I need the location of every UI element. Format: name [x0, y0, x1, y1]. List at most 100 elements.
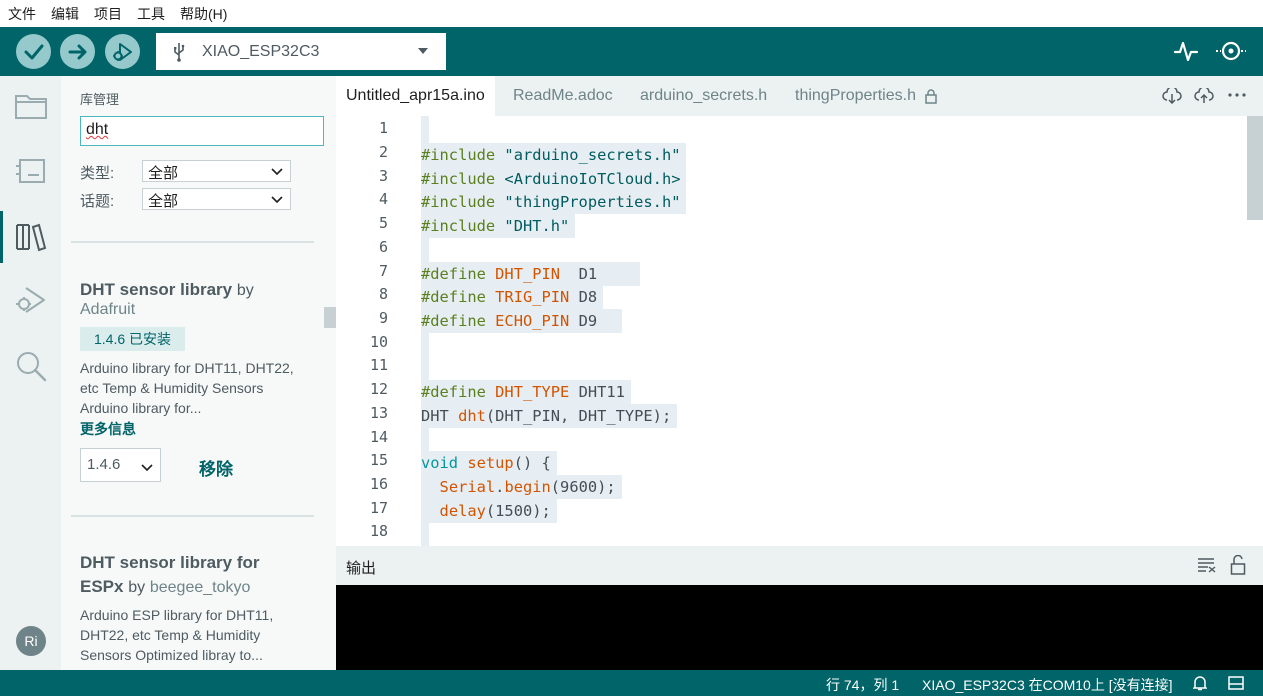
- code-line: #define ECHO_PIN D9: [421, 309, 622, 333]
- type-filter-select[interactable]: 全部: [142, 160, 291, 182]
- line-number: 12: [369, 380, 388, 398]
- chevron-down-icon: [418, 48, 428, 54]
- clear-output-button[interactable]: [1197, 557, 1217, 578]
- menu-project[interactable]: 项目: [94, 4, 122, 24]
- library-search-input[interactable]: dht: [80, 116, 324, 146]
- cloud-download-button[interactable]: [1162, 86, 1182, 109]
- remove-button[interactable]: 移除: [199, 455, 233, 480]
- menu-edit[interactable]: 编辑: [51, 4, 79, 24]
- topic-filter-select[interactable]: 全部: [142, 188, 291, 210]
- serial-plotter-button[interactable]: [1173, 39, 1199, 68]
- library-author: beegee_tokyo: [149, 579, 251, 596]
- tab-arduino-secrets[interactable]: arduino_secrets.h: [630, 76, 777, 116]
- activity-bar: Ri: [0, 76, 61, 670]
- topic-filter-label: 话题:: [80, 193, 115, 210]
- output-console[interactable]: [336, 585, 1263, 670]
- search-value: dht: [86, 121, 109, 138]
- line-number: 15: [369, 451, 388, 469]
- tab-untitled-ino[interactable]: Untitled_apr15a.ino: [336, 76, 495, 116]
- panel-toggle-button[interactable]: [1228, 676, 1244, 693]
- version-select[interactable]: 1.4.6: [80, 448, 161, 482]
- more-info-link[interactable]: 更多信息: [80, 419, 136, 439]
- code-line: [421, 428, 429, 452]
- cloud-upload-button[interactable]: [1194, 86, 1214, 109]
- menu-file[interactable]: 文件: [8, 4, 36, 24]
- search-button[interactable]: [13, 348, 49, 384]
- panel-scrollbar[interactable]: [324, 307, 336, 328]
- menu-help[interactable]: 帮助(H): [180, 4, 227, 24]
- code-line: [421, 356, 429, 380]
- tab-readme[interactable]: ReadMe.adoc: [503, 76, 623, 116]
- library-description: Arduino library for DHT11, DHT22, etc Te…: [80, 360, 294, 416]
- debug-view-button[interactable]: [13, 282, 49, 318]
- line-number: 7: [378, 262, 388, 280]
- tab-label: ReadMe.adoc: [513, 87, 613, 104]
- lock-output-button[interactable]: [1230, 554, 1246, 580]
- code-line: [421, 522, 429, 546]
- code-line: [421, 119, 429, 143]
- chevron-down-icon: [141, 464, 153, 472]
- boards-manager-button[interactable]: [13, 152, 49, 188]
- scrollbar-thumb[interactable]: [1247, 116, 1263, 220]
- installed-badge: 1.4.6 已安装: [80, 327, 186, 351]
- notifications-button[interactable]: [1192, 675, 1208, 694]
- usb-icon: [174, 43, 185, 62]
- check-icon: [24, 44, 43, 59]
- library-author: Adafruit: [80, 301, 136, 318]
- line-number: 17: [369, 499, 388, 517]
- code-line: #define DHT_PIN D1: [421, 262, 641, 286]
- serial-monitor-icon: [1216, 41, 1246, 61]
- lock-icon: [925, 88, 937, 104]
- board-selector[interactable]: XIAO_ESP32C3: [156, 33, 446, 70]
- sketchbook-button[interactable]: [13, 88, 49, 124]
- code-line: #include "arduino_secrets.h": [421, 143, 687, 167]
- unlock-icon: [1230, 554, 1246, 575]
- upload-button[interactable]: [60, 34, 95, 69]
- verify-button[interactable]: [16, 34, 51, 69]
- tab-label: thingProperties.h: [795, 87, 916, 104]
- board-name: XIAO_ESP32C3: [202, 42, 320, 60]
- debug-icon: [112, 42, 132, 61]
- folder-icon: [15, 95, 47, 119]
- editor-scrollbar[interactable]: [1247, 116, 1263, 546]
- line-number: 8: [378, 285, 388, 303]
- type-filter-value: 全部: [148, 165, 179, 182]
- debug-icon: [16, 287, 45, 313]
- by-text: by: [128, 579, 146, 596]
- type-filter-label: 类型:: [80, 165, 115, 182]
- cloud-upload-icon: [1194, 86, 1214, 103]
- line-number: 14: [369, 428, 388, 446]
- board-connection-status[interactable]: XIAO_ESP32C3 在COM10上 [没有连接]: [922, 675, 1173, 695]
- library-description: Arduino ESP library for DHT11, DHT22, et…: [80, 607, 274, 663]
- library-item-name: DHT sensor library for: [80, 553, 260, 572]
- more-actions-button[interactable]: [1227, 86, 1247, 109]
- menu-tools[interactable]: 工具: [137, 4, 165, 24]
- code-line: [421, 238, 429, 262]
- code-line: delay(1500);: [421, 499, 557, 523]
- tab-label: arduino_secrets.h: [640, 87, 768, 104]
- avatar[interactable]: Ri: [16, 626, 46, 656]
- panel-icon: [1228, 676, 1244, 690]
- divider: [71, 241, 314, 243]
- debug-button[interactable]: [105, 34, 140, 69]
- code-line: DHT dht(DHT_PIN, DHT_TYPE);: [421, 404, 678, 428]
- line-number: 10: [369, 333, 388, 351]
- output-panel-header: 输出: [336, 546, 1263, 585]
- library-manager-button[interactable]: [13, 219, 49, 255]
- by-text: by: [236, 282, 254, 299]
- code-editor[interactable]: 1 2 3 4 5 6 7 8 9 10 11 12 13 14 15 16 1…: [336, 116, 1263, 546]
- line-number: 5: [378, 214, 388, 232]
- chevron-down-icon: [271, 168, 283, 176]
- code-line: Serial.begin(9600);: [421, 475, 622, 499]
- divider: [71, 515, 314, 517]
- code-line: [421, 333, 429, 357]
- library-icon: [16, 223, 47, 252]
- line-number: 2: [378, 143, 388, 161]
- chevron-down-icon: [271, 196, 283, 204]
- bell-icon: [1192, 676, 1208, 691]
- tab-thing-properties[interactable]: thingProperties.h: [785, 76, 947, 116]
- library-manager-panel: 库管理 dht 类型: 全部 话题: 全部 DHT sensor library…: [61, 76, 336, 670]
- serial-monitor-button[interactable]: [1214, 39, 1248, 68]
- topic-filter-value: 全部: [148, 193, 179, 210]
- code-line: #define TRIG_PIN D8: [421, 285, 604, 309]
